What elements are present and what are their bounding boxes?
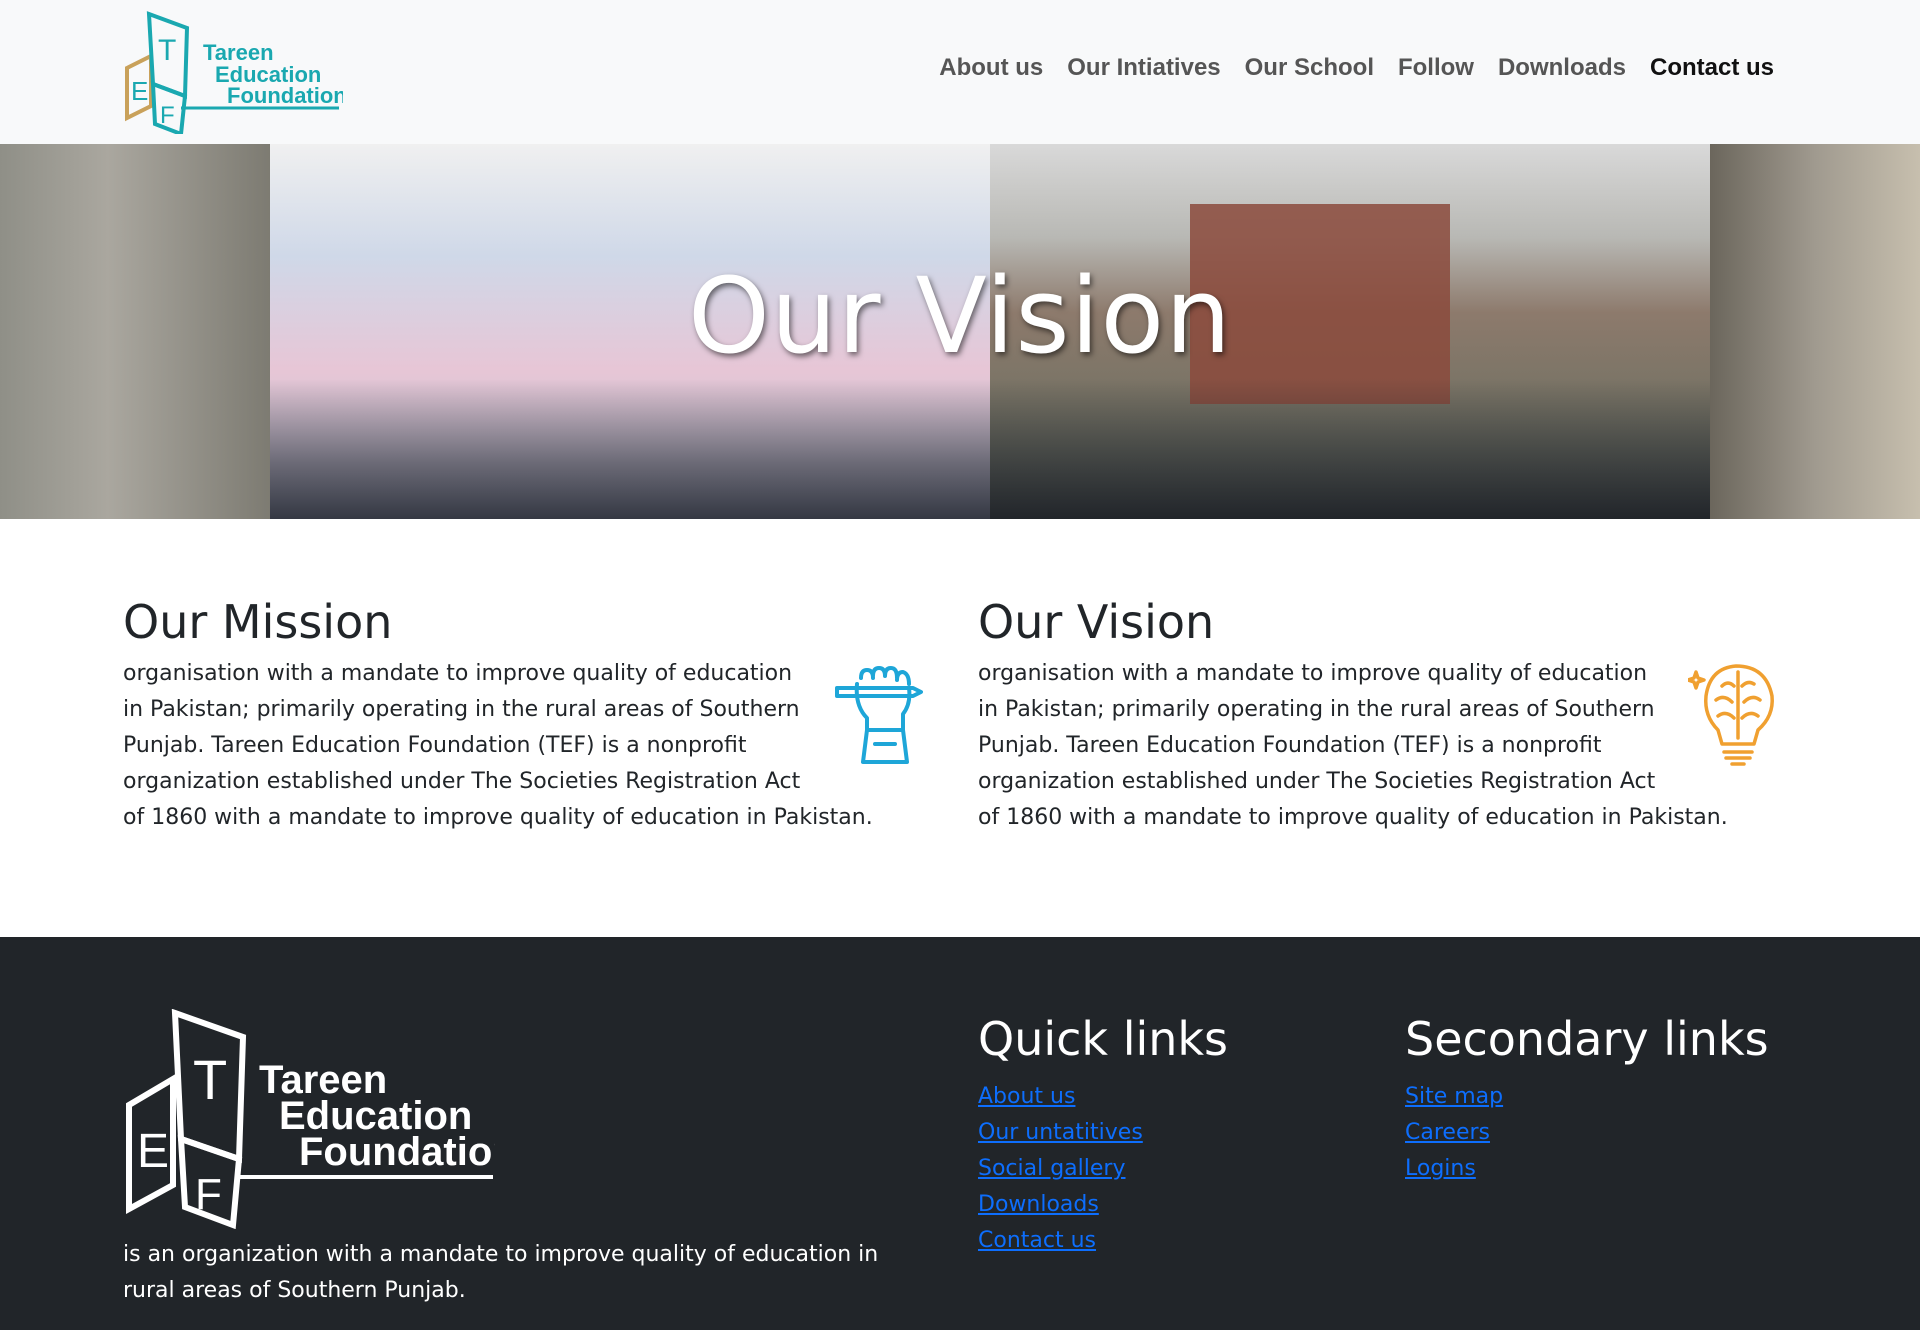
quick-links-title: Quick links [978,1012,1229,1066]
footer-link-about-us[interactable]: About us [978,1079,1228,1115]
footer-link-site-map[interactable]: Site map [1405,1079,1769,1115]
vision-title: Our Vision [978,595,1215,649]
navbar: E T F Tareen Education Foundation About … [0,0,1920,144]
svg-text:F: F [160,102,175,129]
brain-bulb-icon [1688,664,1774,766]
svg-text:T: T [158,34,176,67]
brand-logo[interactable]: E T F Tareen Education Foundation [123,10,347,137]
footer-link-downloads[interactable]: Downloads [978,1187,1228,1223]
footer-link-logins[interactable]: Logins [1405,1151,1769,1187]
nav-our-school[interactable]: Our School [1233,50,1386,86]
hero-banner: Our Vision [0,144,1920,519]
quick-links: Quick links About us Our untatitives Soc… [978,1009,1228,1259]
nav-our-initiatives[interactable]: Our Intiatives [1055,50,1232,86]
svg-text:Foundation: Foundation [299,1130,495,1174]
nav-contact-us[interactable]: Contact us [1638,50,1786,86]
svg-text:E: E [131,76,148,106]
mission-title: Our Mission [123,595,393,649]
footer-tef-logo-icon: E T F Tareen Education Foundation [126,1009,495,1229]
vision-column: Our Vision organisation with a mandate t… [978,590,1778,836]
footer-description: is an organization with a mandate to imp… [123,1242,879,1303]
nav-downloads[interactable]: Downloads [1486,50,1638,86]
svg-text:E: E [137,1125,169,1178]
mission-column: Our Mission organisation with a mandate … [123,590,923,836]
vision-text: organisation with a mandate to improve q… [978,656,1778,836]
footer: E T F Tareen Education Foundation is an … [0,937,1920,1330]
hero-title: Our Vision [688,255,1232,377]
nav-about-us[interactable]: About us [927,50,1055,86]
svg-text:T: T [193,1048,227,1111]
footer-link-contact-us[interactable]: Contact us [978,1223,1228,1259]
fist-pen-icon [835,666,923,764]
footer-link-our-initiatives[interactable]: Our untatitives [978,1115,1228,1151]
main-nav: About us Our Intiatives Our School Follo… [927,50,1786,86]
footer-link-social-gallery[interactable]: Social gallery [978,1151,1228,1187]
svg-text:Foundation: Foundation [227,83,343,108]
mission-text: organisation with a mandate to improve q… [123,656,923,836]
footer-link-careers[interactable]: Careers [1405,1115,1769,1151]
secondary-links-title: Secondary links [1405,1012,1769,1066]
nav-follow[interactable]: Follow [1386,50,1486,86]
secondary-links: Secondary links Site map Careers Logins [1405,1009,1769,1187]
svg-text:F: F [195,1170,222,1219]
hero-photo-crowd [270,379,1710,519]
tef-logo-icon: E T F Tareen Education Foundation [125,11,347,137]
